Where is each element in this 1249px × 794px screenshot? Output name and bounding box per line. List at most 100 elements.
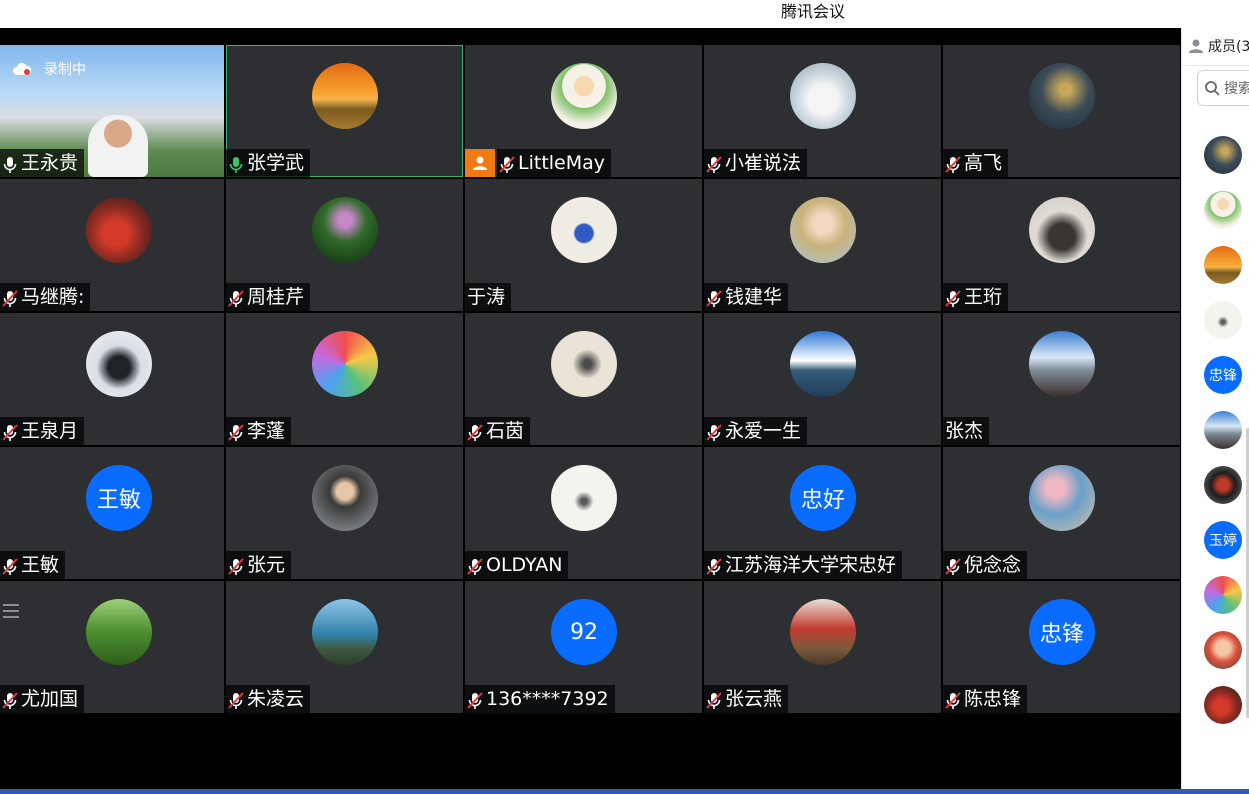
participant-tile[interactable]: 92 136****7392 xyxy=(465,581,702,713)
participant-name-label: 小崔说法 xyxy=(704,149,808,177)
participant-tile[interactable]: 小崔说法 xyxy=(704,45,941,177)
participant-avatar: 92 xyxy=(551,599,617,665)
participant-name-label: 马继腾: xyxy=(0,283,91,311)
member-avatar[interactable] xyxy=(1204,411,1242,449)
participant-name: 小崔说法 xyxy=(725,152,802,174)
participant-avatar xyxy=(551,331,617,397)
participant-name: LittleMay xyxy=(518,152,606,174)
participant-tile[interactable]: 石茵 xyxy=(465,313,702,445)
mic-muted-icon xyxy=(2,422,18,441)
participant-tile[interactable]: 王泉月 xyxy=(0,313,224,445)
member-avatar[interactable] xyxy=(1204,686,1242,724)
participant-tile[interactable]: 张云燕 xyxy=(704,581,941,713)
participant-tile[interactable]: 尤加国 xyxy=(0,581,224,713)
participant-name: 于涛 xyxy=(467,286,506,308)
participant-tile[interactable]: 高飞 xyxy=(943,45,1180,177)
member-avatar[interactable] xyxy=(1204,301,1242,339)
participant-name: 江苏海洋大学宋忠好 xyxy=(725,554,897,576)
window-title: 腾讯会议 xyxy=(781,2,846,21)
participant-tile[interactable]: 张元 xyxy=(226,447,463,579)
mic-muted-icon xyxy=(706,288,722,307)
participant-avatar xyxy=(312,599,378,665)
participant-name: 张学武 xyxy=(247,152,305,174)
participant-avatar: 王敏 xyxy=(86,465,152,531)
member-sidebar: 成员(3 搜索 忠锋玉婷 xyxy=(1181,28,1249,789)
mic-icon xyxy=(2,154,18,173)
participant-tile[interactable]: 张杰 xyxy=(943,313,1180,445)
mic-muted-icon xyxy=(945,288,961,307)
participant-name-label: 高飞 xyxy=(943,149,1009,177)
member-avatar[interactable]: 玉婷 xyxy=(1204,521,1242,559)
participant-name: 周桂芹 xyxy=(247,286,305,308)
title-bar: 腾讯会议 xyxy=(0,0,1249,28)
participant-name-label: 于涛 xyxy=(465,283,512,311)
member-avatar[interactable] xyxy=(1204,466,1242,504)
member-avatar[interactable] xyxy=(1204,631,1242,669)
participant-name-label: 136****7392 xyxy=(465,685,615,713)
mic-muted-icon xyxy=(945,154,961,173)
list-icon[interactable] xyxy=(0,600,22,622)
taskbar-edge xyxy=(0,789,1249,794)
member-avatar[interactable]: 忠锋 xyxy=(1204,356,1242,394)
participant-name: 钱建华 xyxy=(725,286,783,308)
host-badge-icon xyxy=(465,149,495,177)
participant-name: 倪念念 xyxy=(964,554,1022,576)
participant-name: 朱凌云 xyxy=(247,688,305,710)
participant-tile[interactable]: 王珩 xyxy=(943,179,1180,311)
participant-avatar: 忠好 xyxy=(790,465,856,531)
mic-muted-icon xyxy=(228,422,244,441)
participant-name-label: 王永贵 xyxy=(0,149,85,177)
mic-muted-icon xyxy=(706,556,722,575)
participant-tile[interactable]: 周桂芹 xyxy=(226,179,463,311)
participant-tile[interactable]: LittleMay xyxy=(465,45,702,177)
cloud-icon xyxy=(13,62,32,75)
participant-name: 王永贵 xyxy=(21,152,79,174)
participant-tile[interactable]: OLDYAN xyxy=(465,447,702,579)
member-avatar[interactable] xyxy=(1204,191,1242,229)
participant-avatar xyxy=(790,63,856,129)
participant-name: 石茵 xyxy=(486,420,525,442)
participant-tile[interactable]: 王敏 王敏 xyxy=(0,447,224,579)
participant-avatar xyxy=(551,465,617,531)
participant-name-label: 钱建华 xyxy=(704,283,789,311)
participant-name: 王珩 xyxy=(964,286,1003,308)
mic-muted-icon xyxy=(228,690,244,709)
participant-tile[interactable]: 于涛 xyxy=(465,179,702,311)
participant-name: 高飞 xyxy=(964,152,1003,174)
mic-muted-icon xyxy=(467,556,483,575)
mic-muted-icon xyxy=(706,690,722,709)
participant-avatar: 忠锋 xyxy=(1029,599,1095,665)
participant-tile[interactable]: 永爱一生 xyxy=(704,313,941,445)
mic-muted-icon xyxy=(467,690,483,709)
participant-tile[interactable]: 朱凌云 xyxy=(226,581,463,713)
members-header[interactable]: 成员(3 xyxy=(1188,36,1249,56)
participant-tile[interactable]: 倪念念 xyxy=(943,447,1180,579)
participant-avatar xyxy=(312,197,378,263)
mic-icon xyxy=(228,154,244,173)
participant-tile[interactable]: 忠锋 陈忠锋 xyxy=(943,581,1180,713)
recording-indicator: 录制中 xyxy=(12,59,86,79)
participant-tile[interactable]: 李蓬 xyxy=(226,313,463,445)
sidebar-divider xyxy=(1182,65,1249,66)
member-avatar[interactable] xyxy=(1204,136,1242,174)
participant-tile[interactable]: 钱建华 xyxy=(704,179,941,311)
participant-tile[interactable]: 忠好江苏海洋大学宋忠好 xyxy=(704,447,941,579)
participant-tile[interactable]: 马继腾: xyxy=(0,179,224,311)
participant-name: OLDYAN xyxy=(486,554,563,576)
participant-avatar xyxy=(790,599,856,665)
mic-muted-icon xyxy=(945,690,961,709)
participant-tile[interactable]: 张学武 xyxy=(226,45,463,177)
member-search-input[interactable]: 搜索 xyxy=(1197,70,1249,106)
participant-tile[interactable]: 录制中 王永贵 xyxy=(0,45,224,177)
participant-avatar xyxy=(86,331,152,397)
participant-name-label: LittleMay xyxy=(497,149,612,177)
participant-avatar xyxy=(1029,197,1095,263)
participant-name-label: 江苏海洋大学宋忠好 xyxy=(704,551,903,579)
member-avatar[interactable] xyxy=(1204,576,1242,614)
member-avatar[interactable] xyxy=(1204,246,1242,284)
participant-avatar xyxy=(551,63,617,129)
participant-name-label: 张学武 xyxy=(226,149,311,177)
participant-name: 马继腾: xyxy=(21,286,85,308)
participant-avatar xyxy=(312,465,378,531)
mic-muted-icon xyxy=(228,556,244,575)
